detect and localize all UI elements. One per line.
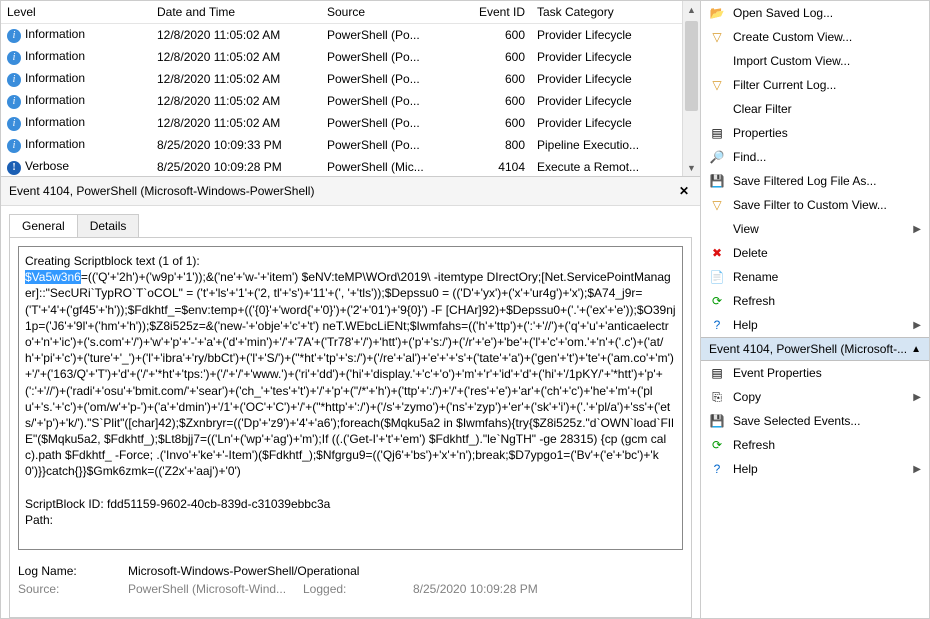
funnel-icon: ▽ — [709, 29, 725, 45]
funnel-icon: ▽ — [709, 77, 725, 93]
action-save-filter-view[interactable]: ▽Save Filter to Custom View... — [701, 193, 929, 217]
scroll-down-icon[interactable]: ▼ — [683, 159, 700, 176]
action-clear-filter[interactable]: Clear Filter — [701, 97, 929, 121]
info-icon: i — [7, 117, 21, 131]
action-refresh[interactable]: ⟳Refresh — [701, 289, 929, 313]
sbid-label: ScriptBlock ID: — [25, 497, 104, 511]
save-icon: 💾 — [709, 413, 725, 429]
logged-label: Logged: — [303, 582, 413, 596]
col-source[interactable]: Source — [321, 1, 471, 23]
clear-icon — [709, 101, 725, 117]
table-row[interactable]: !Verbose8/25/2020 10:09:28 PMPowerShell … — [1, 156, 700, 177]
logname-label: Log Name: — [18, 564, 128, 578]
help-icon: ? — [709, 461, 725, 477]
event-properties-icon: ▤ — [709, 365, 725, 381]
sbid-value: fdd51159-9602-40cb-839d-c31039ebbc3a — [107, 497, 330, 511]
actions-section-header[interactable]: Event 4104, PowerShell (Microsoft-...▲ — [701, 337, 929, 361]
script-body: =(('Q'+'2h')+('w9p'+'1'));&('ne'+'w-'+'i… — [25, 270, 676, 478]
action-properties[interactable]: ▤Properties — [701, 121, 929, 145]
refresh-icon: ⟳ — [709, 437, 725, 453]
info-icon: i — [7, 51, 21, 65]
action-view[interactable]: View▶ — [701, 217, 929, 241]
script-block-text[interactable]: Creating Scriptblock text (1 of 1): $Va5… — [18, 246, 683, 550]
table-row[interactable]: iInformation12/8/2020 11:05:02 AMPowerSh… — [1, 24, 700, 46]
info-icon: i — [7, 139, 21, 153]
event-grid[interactable]: Level Date and Time Source Event ID Task… — [1, 1, 700, 177]
info-icon: i — [7, 73, 21, 87]
action-help-2[interactable]: ?Help▶ — [701, 457, 929, 481]
import-icon — [709, 53, 725, 69]
source-value: PowerShell (Microsoft-Wind... — [128, 582, 303, 596]
tab-general[interactable]: General — [9, 214, 78, 237]
properties-icon: ▤ — [709, 125, 725, 141]
grid-header: Level Date and Time Source Event ID Task… — [1, 1, 700, 24]
col-eventid[interactable]: Event ID — [471, 1, 531, 23]
verbose-icon: ! — [7, 161, 21, 175]
detail-title: Event 4104, PowerShell (Microsoft-Window… — [9, 184, 676, 198]
close-icon[interactable]: ✕ — [676, 183, 692, 199]
tab-details[interactable]: Details — [77, 214, 140, 237]
col-datetime[interactable]: Date and Time — [151, 1, 321, 23]
chevron-up-icon: ▲ — [911, 344, 921, 355]
col-level[interactable]: Level — [1, 1, 151, 23]
chevron-right-icon: ▶ — [913, 224, 921, 235]
action-delete[interactable]: ✖Delete — [701, 241, 929, 265]
table-row[interactable]: iInformation12/8/2020 11:05:02 AMPowerSh… — [1, 90, 700, 112]
chevron-right-icon: ▶ — [913, 392, 921, 403]
action-create-custom-view[interactable]: ▽Create Custom View... — [701, 25, 929, 49]
chevron-right-icon: ▶ — [913, 464, 921, 475]
path-label: Path: — [25, 513, 53, 527]
scroll-thumb[interactable] — [685, 21, 698, 111]
table-row[interactable]: iInformation8/25/2020 10:09:33 PMPowerSh… — [1, 134, 700, 156]
scroll-up-icon[interactable]: ▲ — [683, 1, 700, 18]
info-icon: i — [7, 29, 21, 43]
action-open-saved-log[interactable]: 📂Open Saved Log... — [701, 1, 929, 25]
copy-icon: ⎘ — [709, 389, 725, 405]
grid-scrollbar[interactable]: ▲ ▼ — [682, 1, 700, 176]
action-rename[interactable]: 📄Rename — [701, 265, 929, 289]
source-label: Source: — [18, 582, 128, 596]
script-highlight: $Va5w3n6 — [25, 270, 81, 284]
action-save-filtered[interactable]: 💾Save Filtered Log File As... — [701, 169, 929, 193]
rename-icon: 📄 — [709, 269, 725, 285]
delete-icon: ✖ — [709, 245, 725, 261]
refresh-icon: ⟳ — [709, 293, 725, 309]
action-event-properties[interactable]: ▤Event Properties — [701, 361, 929, 385]
chevron-right-icon: ▶ — [913, 320, 921, 331]
action-copy[interactable]: ⎘Copy▶ — [701, 385, 929, 409]
save-icon: 💾 — [709, 173, 725, 189]
info-icon: i — [7, 95, 21, 109]
table-row[interactable]: iInformation12/8/2020 11:05:02 AMPowerSh… — [1, 46, 700, 68]
actions-pane: 📂Open Saved Log... ▽Create Custom View..… — [701, 1, 929, 618]
table-row[interactable]: iInformation12/8/2020 11:05:02 AMPowerSh… — [1, 68, 700, 90]
table-row[interactable]: iInformation12/8/2020 11:05:02 AMPowerSh… — [1, 112, 700, 134]
funnel-save-icon: ▽ — [709, 197, 725, 213]
col-taskcat[interactable]: Task Category — [531, 1, 671, 23]
action-find[interactable]: 🔎Find... — [701, 145, 929, 169]
action-refresh-2[interactable]: ⟳Refresh — [701, 433, 929, 457]
action-import-custom-view[interactable]: Import Custom View... — [701, 49, 929, 73]
folder-open-icon: 📂 — [709, 5, 725, 21]
action-save-selected[interactable]: 💾Save Selected Events... — [701, 409, 929, 433]
logged-value: 8/25/2020 10:09:28 PM — [413, 582, 538, 596]
detail-pane: Event 4104, PowerShell (Microsoft-Window… — [1, 177, 700, 618]
action-help[interactable]: ?Help▶ — [701, 313, 929, 337]
help-icon: ? — [709, 317, 725, 333]
binoculars-icon: 🔎 — [709, 149, 725, 165]
script-title: Creating Scriptblock text (1 of 1): — [25, 253, 676, 269]
logname-value: Microsoft-Windows-PowerShell/Operational — [128, 564, 359, 578]
action-filter-current-log[interactable]: ▽Filter Current Log... — [701, 73, 929, 97]
